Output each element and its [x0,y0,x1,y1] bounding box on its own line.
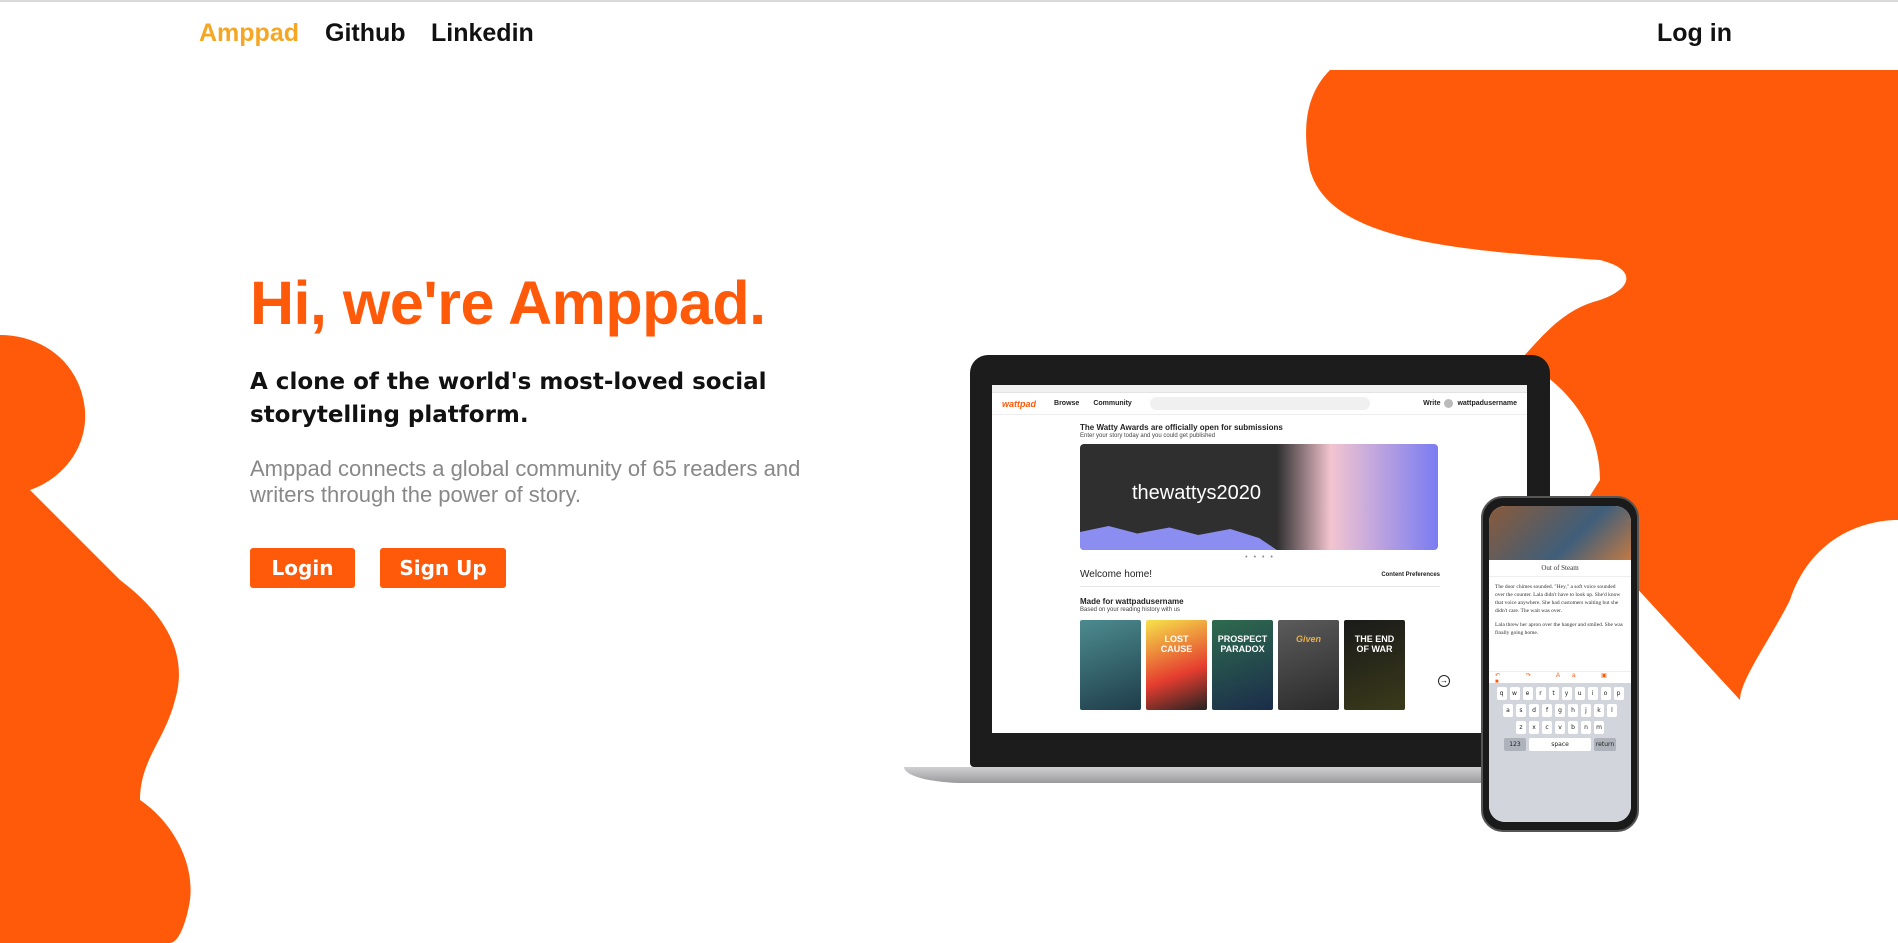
key-return: return [1594,738,1616,751]
hero-description: Amppad connects a global community of 65… [250,456,801,507]
mac-menubar [992,385,1527,393]
book-row: LOST CAUSE PROSPECT PARADOX Given THE EN… [1080,620,1450,710]
carousel-dots: • • • • [1245,554,1275,561]
banner-heading: The Watty Awards are officially open for… [1080,423,1283,432]
phone-keyboard: qwertyuiop asdfghjkl zxcvbnm 123 space r… [1489,683,1631,822]
wattpad-search [1149,397,1370,410]
keyboard-row: asdfghjkl [1492,704,1628,717]
wattpad-write: Write [1423,400,1441,407]
next-arrow-icon: → [1438,675,1450,687]
wattys-banner: thewattys2020 [1080,444,1438,550]
made-for-section: Made for wattpadusername Based on your r… [1080,597,1450,710]
wattpad-username: wattpadusername [1457,400,1517,407]
banner-torn-paper [1080,526,1277,550]
github-link[interactable]: Github [325,19,406,48]
book-cover: THE END OF WAR [1344,620,1405,710]
avatar [1444,399,1454,408]
left-blob [0,335,191,943]
wattpad-user: Write wattpadusername [1423,399,1517,408]
book-cover: Given [1278,620,1339,710]
book-cover: LOST CAUSE [1146,620,1207,710]
story-text: The door chimes sounded. "Hey," a soft v… [1489,577,1631,643]
keyboard-row: zxcvbnm [1492,721,1628,734]
keyboard-row: qwertyuiop [1492,687,1628,700]
welcome-text: Welcome home! [1080,569,1153,580]
top-nav: Amppad Github Linkedin Log in [0,0,1898,70]
key-space: space [1529,738,1591,751]
banner-subheading: Enter your story today and you could get… [1080,433,1216,439]
nav-login-link[interactable]: Log in [1657,19,1732,48]
hero-subtitle: A clone of the world's most-loved social… [250,369,767,428]
story-paragraph: Lala threw her apron over the hanger and… [1495,622,1623,636]
linkedin-link[interactable]: Linkedin [431,19,534,48]
wattpad-community: Community [1093,400,1132,407]
wattpad-logo: wattpad [1002,398,1037,409]
story-cover-image [1489,506,1631,560]
made-for-heading: Made for wattpadusername [1080,597,1184,606]
book-cover: PROSPECT PARADOX [1212,620,1273,710]
phone-screen: Out of Steam The door chimes sounded. "H… [1489,506,1631,822]
laptop-screen: wattpad Browse Community Write wattpadus… [992,385,1527,733]
wattpad-nav: wattpad Browse Community Write wattpadus… [992,393,1527,415]
welcome-row: Welcome home! Content Preferences [1080,569,1440,587]
wattpad-content: The Watty Awards are officially open for… [1080,423,1450,710]
brand-link[interactable]: Amppad [199,19,299,48]
login-button[interactable]: Login [250,548,355,588]
keyboard-row: 123 space return [1492,738,1628,751]
story-title: Out of Steam [1489,560,1631,577]
story-paragraph: The door chimes sounded. "Hey," a soft v… [1495,584,1621,614]
banner-title: thewattys2020 [1132,482,1261,504]
content-preferences: Content Preferences [1381,571,1440,578]
phone-mockup: Out of Steam The door chimes sounded. "H… [1481,496,1639,832]
made-for-subheading: Based on your reading history with us [1080,607,1181,613]
hero-title: Hi, we're Amppad. [250,269,766,337]
key-123: 123 [1504,738,1526,751]
editor-toolbar: ↶ ↷ Aa ▣ ■ [1489,671,1631,685]
wattpad-browse: Browse [1054,400,1080,407]
signup-button[interactable]: Sign Up [380,548,506,588]
book-cover [1080,620,1141,710]
